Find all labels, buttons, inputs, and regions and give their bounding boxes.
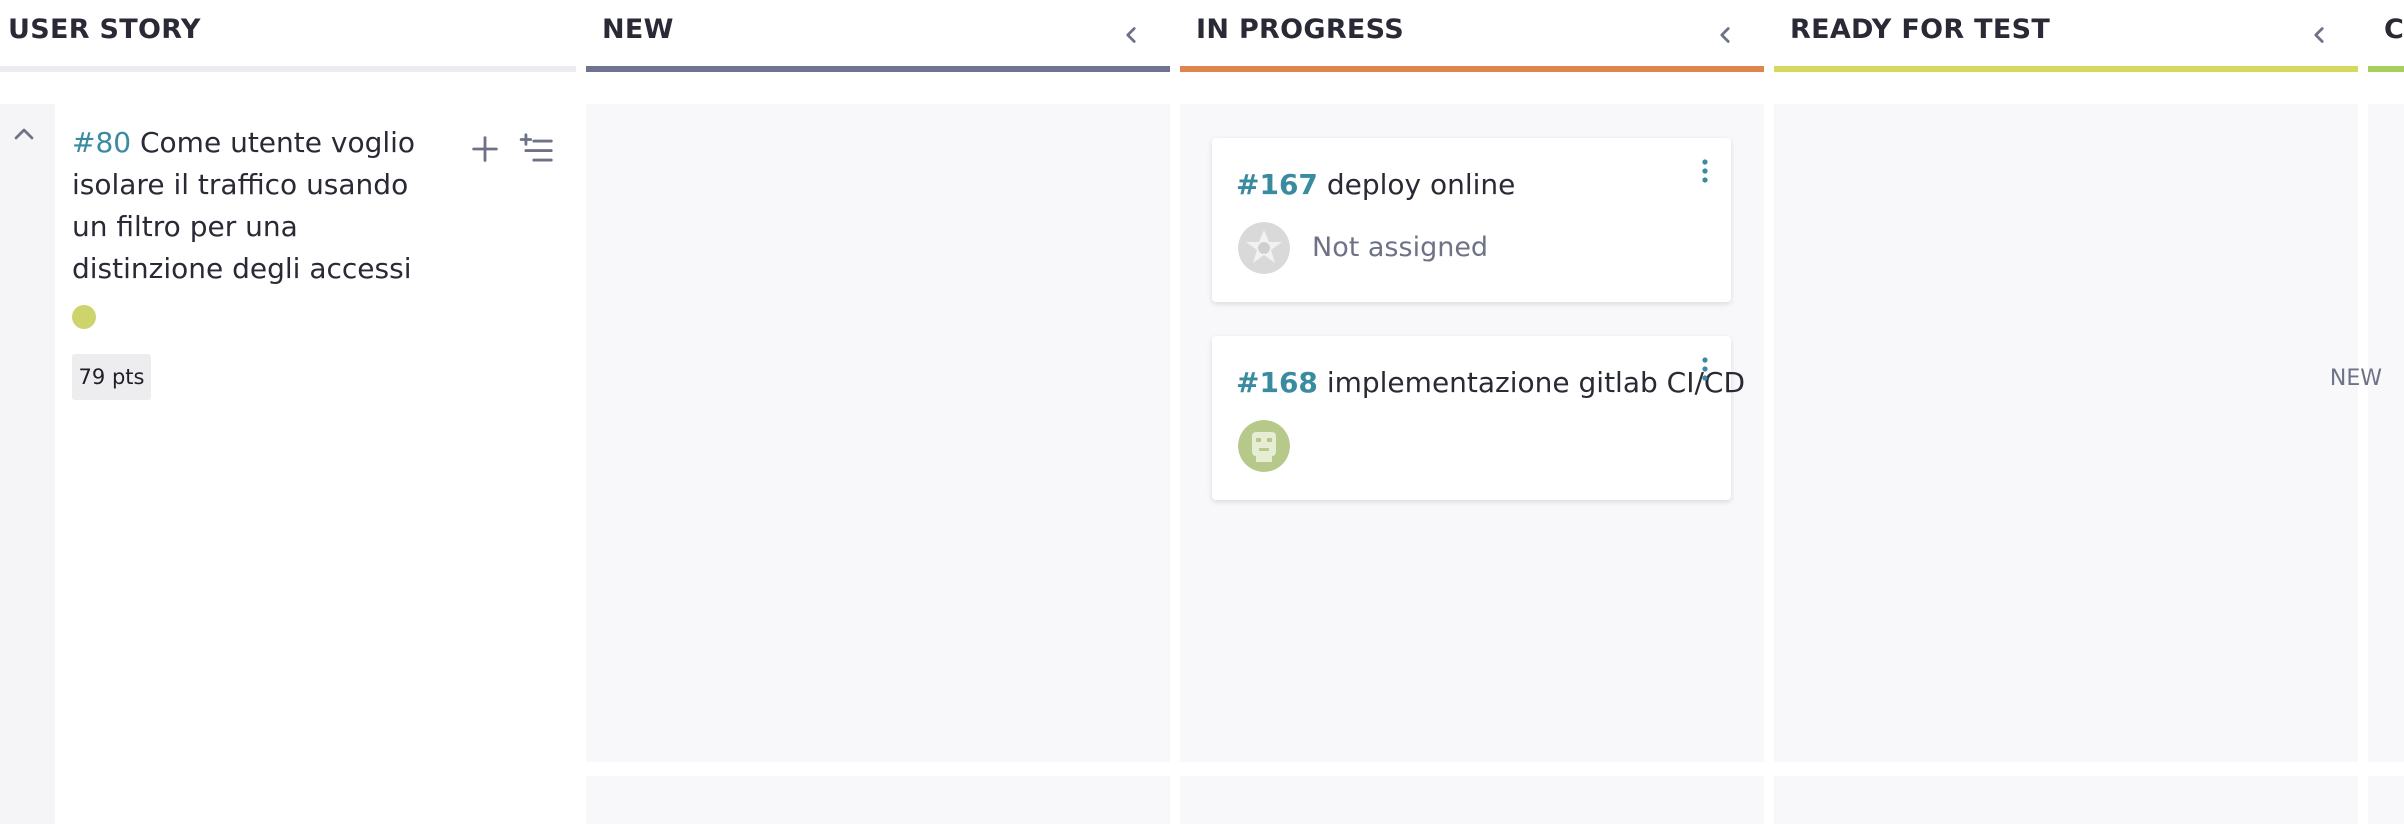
task-card[interactable]: #167 deploy online Not assigned — [1212, 138, 1731, 302]
next-swimlane-cell — [1774, 776, 2358, 824]
column-title: USER STORY — [8, 14, 201, 45]
column-header-closed: C — [2368, 0, 2404, 72]
column-color-bar — [2368, 66, 2404, 72]
status-dot — [72, 305, 96, 329]
column-color-bar — [1180, 66, 1764, 72]
task-subject[interactable]: deploy online — [1327, 168, 1516, 201]
swimlane-cell-ready-for-test — [1774, 104, 2358, 762]
task-id[interactable]: #168 — [1236, 366, 1318, 399]
column-color-bar — [586, 66, 1170, 72]
column-header-in-progress: IN PROGRESS — [1180, 0, 1764, 72]
kebab-menu-icon[interactable] — [1695, 354, 1715, 384]
column-title: NEW — [602, 14, 674, 45]
next-swimlane-cell — [2368, 776, 2404, 824]
user-story-status[interactable]: NEW — [2330, 366, 2382, 391]
chevron-up-icon[interactable] — [8, 118, 40, 150]
user-avatar-icon[interactable] — [1238, 420, 1290, 472]
next-swimlane-cell — [1180, 776, 1764, 824]
column-title: IN PROGRESS — [1196, 14, 1404, 45]
kebab-menu-icon[interactable] — [1695, 156, 1715, 186]
column-header-user-story: USER STORY — [0, 0, 576, 72]
task-card[interactable]: #168 implementazione gitlab CI/CD — [1212, 336, 1745, 500]
task-subject[interactable]: implementazione gitlab CI/CD — [1327, 366, 1745, 399]
column-header-new: NEW — [586, 0, 1170, 72]
column-title: READY FOR TEST — [1790, 14, 2051, 45]
task-title[interactable]: #167 deploy online — [1236, 168, 1515, 201]
swimlane-rail — [0, 104, 55, 824]
points-badge[interactable]: 79 pts — [72, 354, 151, 400]
user-story-title[interactable]: #80 Come utente voglio isolare il traffi… — [72, 122, 447, 290]
user-story-id[interactable]: #80 — [72, 126, 131, 159]
swimlane-cell-closed — [2368, 104, 2404, 762]
chevron-left-icon[interactable] — [1118, 22, 1144, 48]
add-list-icon[interactable] — [518, 130, 556, 168]
swimlane-cell-new — [586, 104, 1170, 762]
task-title[interactable]: #168 implementazione gitlab CI/CD — [1236, 366, 1745, 399]
chevron-left-icon[interactable] — [2306, 22, 2332, 48]
chevron-left-icon[interactable] — [1712, 22, 1738, 48]
task-id[interactable]: #167 — [1236, 168, 1318, 201]
default-avatar-icon[interactable] — [1238, 222, 1290, 274]
column-title: C — [2384, 14, 2404, 45]
column-header-ready-for-test: READY FOR TEST — [1774, 0, 2358, 72]
column-color-bar — [0, 66, 576, 72]
assignee-label[interactable]: Not assigned — [1312, 232, 1488, 263]
plus-icon[interactable] — [468, 132, 502, 166]
column-color-bar — [1774, 66, 2358, 72]
next-swimlane-cell — [586, 776, 1170, 824]
